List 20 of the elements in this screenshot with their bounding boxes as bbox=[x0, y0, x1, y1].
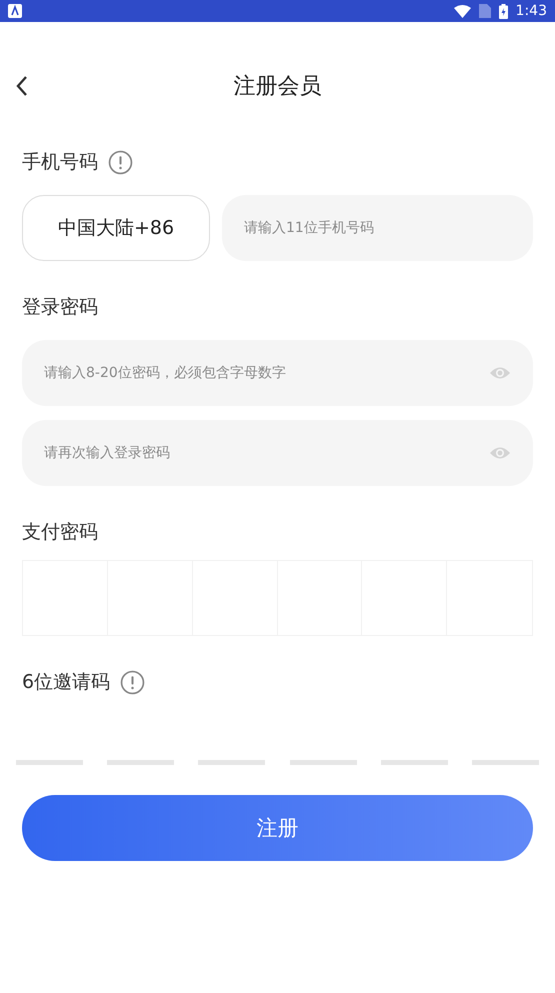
field-label: 支付密码 bbox=[22, 520, 98, 545]
eye-icon[interactable] bbox=[489, 365, 511, 381]
app-notification-icon bbox=[8, 4, 22, 18]
password-input-field[interactable]: 请再次输入登录密码 bbox=[22, 420, 533, 486]
page-title: 注册会员 bbox=[234, 73, 322, 101]
password-input-field[interactable]: 请输入8-20位密码，必须包含字母数字 bbox=[22, 340, 533, 406]
eye-icon[interactable] bbox=[489, 445, 511, 461]
info-icon[interactable] bbox=[120, 670, 146, 694]
no-sim-icon bbox=[478, 4, 491, 18]
field-label: 登录密码 bbox=[22, 295, 98, 320]
register-button[interactable]: 注册 bbox=[22, 795, 533, 861]
wifi-icon bbox=[454, 4, 471, 18]
battery-icon bbox=[498, 4, 508, 18]
phone-input-field[interactable]: 请输入11位手机号码 bbox=[222, 195, 533, 261]
country-code-selector[interactable]: 中国大陆+86 bbox=[22, 195, 210, 261]
clock-time: 1:43 bbox=[516, 3, 547, 19]
back-icon[interactable] bbox=[15, 75, 29, 97]
info-icon[interactable] bbox=[108, 150, 133, 174]
field-label: 手机号码 bbox=[22, 150, 98, 175]
field-label: 6位邀请码 bbox=[22, 670, 110, 695]
